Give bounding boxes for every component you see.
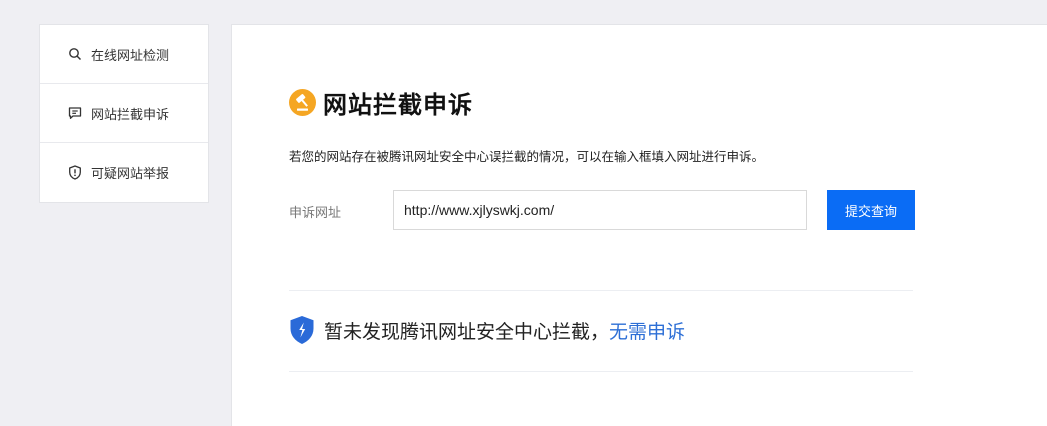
sidebar-item-label: 可疑网站举报 [91, 167, 170, 182]
gavel-icon [289, 89, 316, 116]
result-message: 暂未发现腾讯网址安全中心拦截， 无需申诉 [289, 315, 685, 345]
shield-alert-icon [67, 165, 83, 181]
sidebar-item-appeal[interactable]: 网站拦截申诉 [40, 84, 208, 143]
sidebar-item-url-check[interactable]: 在线网址检测 [40, 25, 208, 84]
page-description: 若您的网站存在被腾讯网址安全中心误拦截的情况，可以在输入框填入网址进行申诉。 [289, 149, 765, 164]
result-text: 暂未发现腾讯网址安全中心拦截， [324, 320, 610, 343]
divider [289, 290, 913, 291]
message-icon [67, 105, 83, 121]
sidebar-item-label: 网站拦截申诉 [91, 107, 170, 123]
page-title: 网站拦截申诉 [323, 91, 473, 119]
appeal-url-input[interactable] [393, 190, 807, 230]
page-header: 网站拦截申诉 [289, 85, 473, 120]
main-panel: 网站拦截申诉 若您的网站存在被腾讯网址安全中心误拦截的情况，可以在输入框填入网址… [231, 24, 1047, 426]
search-icon [67, 46, 83, 62]
url-field-label: 申诉网址 [289, 206, 342, 221]
no-appeal-link[interactable]: 无需申诉 [609, 317, 685, 344]
sidebar: 在线网址检测 网站拦截申诉 可疑网站举报 [39, 24, 209, 203]
submit-query-button[interactable]: 提交查询 [827, 190, 915, 230]
sidebar-item-report[interactable]: 可疑网站举报 [40, 143, 208, 202]
shield-bolt-icon [289, 315, 315, 345]
sidebar-item-label: 在线网址检测 [91, 48, 170, 64]
divider [289, 371, 913, 372]
